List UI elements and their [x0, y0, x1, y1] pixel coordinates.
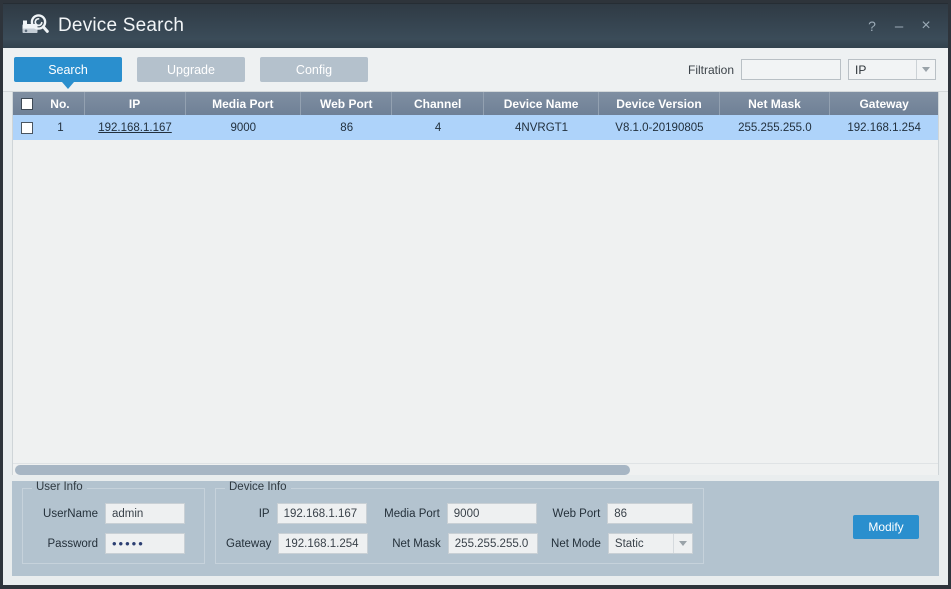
- title-bar-left: Device Search: [21, 13, 184, 39]
- table-header-row: No. IP Media Port Web Port Channel Devic…: [13, 92, 938, 115]
- column-header-gateway[interactable]: Gateway: [830, 92, 938, 115]
- device-net-mode-label: Net Mode: [551, 537, 601, 550]
- device-media-port-label: Media Port: [384, 507, 440, 520]
- column-header-device-version[interactable]: Device Version: [599, 92, 720, 115]
- cell-media-port: 9000: [230, 121, 257, 134]
- toolbar: Search Upgrade Config Filtration IP: [3, 48, 948, 92]
- cell-channel: 4: [434, 121, 442, 134]
- user-info-group: User Info UserName admin Password •••••: [22, 481, 205, 564]
- device-net-mode-select[interactable]: Static: [607, 533, 693, 554]
- close-button[interactable]: ×: [914, 14, 938, 38]
- column-header-no[interactable]: No.: [36, 92, 85, 115]
- filtration-type-value: IP: [855, 62, 867, 77]
- help-button[interactable]: ?: [860, 14, 884, 38]
- modify-button[interactable]: Modify: [853, 515, 919, 539]
- password-field-row: Password •••••: [33, 531, 194, 556]
- user-info-legend: User Info: [32, 481, 87, 493]
- info-panel: User Info UserName admin Password ••••• …: [12, 481, 939, 576]
- device-table: No. IP Media Port Web Port Channel Devic…: [12, 92, 939, 475]
- chevron-down-icon: [673, 534, 692, 553]
- title-bar: Device Search ? – ×: [3, 3, 948, 48]
- username-field-row: UserName admin: [33, 501, 194, 526]
- column-header-media-port[interactable]: Media Port: [186, 92, 302, 115]
- cell-web-port: 86: [340, 121, 354, 134]
- column-header-web-port[interactable]: Web Port: [301, 92, 393, 115]
- device-ip-input[interactable]: 192.168.1.167: [276, 503, 368, 524]
- password-label: Password: [47, 537, 99, 550]
- device-gateway-input[interactable]: 192.168.1.254: [278, 533, 369, 554]
- cell-device-name: 4NVRGT1: [515, 121, 569, 134]
- column-header-ip[interactable]: IP: [85, 92, 186, 115]
- device-media-port-input[interactable]: 9000: [446, 503, 538, 524]
- device-search-icon: [21, 13, 49, 39]
- device-info-row-2: Gateway 192.168.1.254 Net Mask 255.255.2…: [226, 531, 693, 556]
- device-info-group: Device Info IP 192.168.1.167 Media Port …: [215, 481, 704, 564]
- device-net-mask-input[interactable]: 255.255.255.0: [447, 533, 539, 554]
- cell-no: 1: [57, 121, 64, 134]
- select-all-header[interactable]: [13, 92, 36, 115]
- cell-net-mask: 255.255.255.0: [738, 121, 812, 134]
- row-checkbox[interactable]: [21, 121, 33, 134]
- chevron-down-icon: [916, 60, 935, 79]
- device-info-row-1: IP 192.168.1.167 Media Port 9000 Web Por…: [226, 501, 693, 526]
- device-web-port-input[interactable]: 86: [607, 503, 693, 524]
- window-bottom-filler: [3, 576, 948, 585]
- device-gateway-label: Gateway: [226, 537, 272, 550]
- filtration-input[interactable]: [741, 59, 841, 80]
- tab-config[interactable]: Config: [260, 57, 368, 82]
- cell-gateway: 192.168.1.254: [847, 121, 921, 134]
- column-header-channel[interactable]: Channel: [392, 92, 484, 115]
- device-ip-label: IP: [258, 507, 270, 520]
- horizontal-scrollbar-thumb[interactable]: [15, 465, 630, 475]
- column-header-net-mask[interactable]: Net Mask: [720, 92, 831, 115]
- filtration-type-select[interactable]: IP: [848, 59, 936, 80]
- password-input[interactable]: •••••: [105, 533, 185, 554]
- tab-search[interactable]: Search: [14, 57, 122, 89]
- table-body: 1 192.168.1.167 9000 86 4 4NVRGT1 V8.1.0…: [13, 115, 938, 463]
- filtration-label: Filtration: [687, 62, 734, 77]
- cell-device-version: V8.1.0-20190805: [615, 121, 704, 134]
- username-input[interactable]: admin: [105, 503, 185, 524]
- device-net-mask-label: Net Mask: [392, 537, 441, 550]
- tab-bar: Search Upgrade Config: [14, 57, 368, 89]
- username-label: UserName: [43, 507, 98, 520]
- device-info-legend: Device Info: [225, 481, 291, 493]
- filtration-group: Filtration IP: [688, 59, 936, 80]
- device-web-port-label: Web Port: [552, 507, 601, 520]
- minimize-button[interactable]: –: [887, 14, 911, 38]
- window-controls: ? – ×: [860, 14, 938, 38]
- horizontal-scrollbar[interactable]: [13, 463, 938, 475]
- table-row[interactable]: 1 192.168.1.167 9000 86 4 4NVRGT1 V8.1.0…: [13, 115, 938, 140]
- column-header-device-name[interactable]: Device Name: [484, 92, 600, 115]
- cell-ip[interactable]: 192.168.1.167: [85, 115, 186, 140]
- device-net-mode-value: Static: [614, 537, 644, 550]
- row-select-cell[interactable]: [13, 115, 36, 140]
- window-title: Device Search: [58, 15, 185, 36]
- tab-upgrade[interactable]: Upgrade: [137, 57, 245, 82]
- device-search-window: Device Search ? – × Search Upgrade Confi…: [0, 0, 951, 589]
- select-all-checkbox[interactable]: [21, 97, 33, 110]
